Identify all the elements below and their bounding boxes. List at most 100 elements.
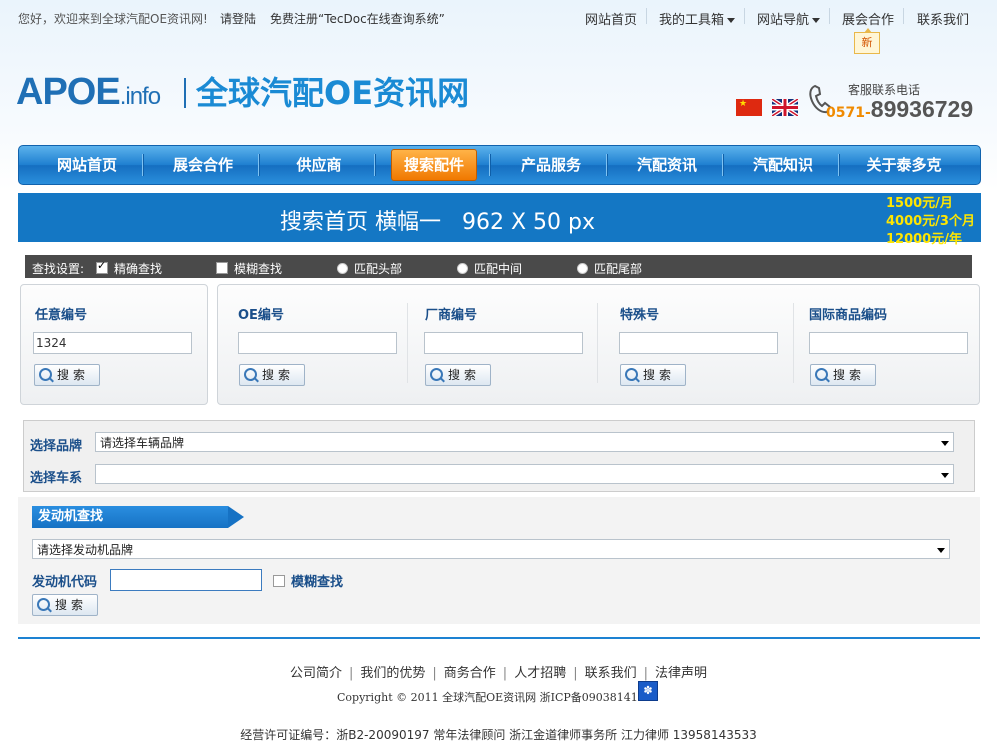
chevron-down-icon	[812, 18, 821, 23]
footer-link-about[interactable]: 公司简介	[290, 666, 342, 681]
chevron-down-icon	[727, 18, 736, 23]
footer-sep: |	[643, 666, 648, 681]
paw-icon[interactable]: ✽	[638, 681, 658, 701]
maker-number-search-button[interactable]: 搜索	[425, 364, 491, 386]
nav-divider	[722, 154, 724, 176]
engine-code-input[interactable]	[110, 569, 262, 591]
dropdown-arrow-icon	[937, 548, 945, 553]
nav-home[interactable]: 网站首页	[29, 146, 145, 184]
china-flag-icon[interactable]: ★	[736, 99, 762, 116]
footer-link-advantages[interactable]: 我们的优势	[360, 666, 425, 681]
hotline: 0571-89936729	[826, 96, 973, 123]
search-button-label: 搜索	[262, 368, 295, 382]
nav-divider	[606, 154, 608, 176]
option-match-tail[interactable]: 匹配尾部	[577, 260, 642, 277]
magnifier-icon	[244, 368, 257, 381]
brand-select-value: 请选择车辆品牌	[100, 436, 185, 450]
special-number-input[interactable]	[619, 332, 778, 354]
footer-link-business[interactable]: 商务合作	[444, 666, 496, 681]
top-link-home[interactable]: 网站首页	[585, 9, 637, 28]
any-number-search-button[interactable]: 搜索	[34, 364, 100, 386]
oe-number-search-button[interactable]: 搜索	[239, 364, 305, 386]
footer-sep: |	[432, 666, 437, 681]
license-text: 经营许可证编号：浙B2-20090197 常年法律顾问 浙江金道律师事务所 江力…	[240, 728, 757, 742]
magnifier-icon	[39, 368, 52, 381]
search-button-label: 搜索	[643, 368, 676, 382]
barcode-input[interactable]	[809, 332, 968, 354]
special-number-search-button[interactable]: 搜索	[620, 364, 686, 386]
logo-main: APOE	[16, 71, 121, 113]
option-exact[interactable]: 精确查找	[96, 259, 162, 277]
top-link-sitenav[interactable]: 网站导航	[757, 9, 821, 28]
footer-sep: |	[573, 666, 578, 681]
footer-link-legal[interactable]: 法律声明	[655, 666, 707, 681]
sitenav-label: 网站导航	[757, 13, 810, 28]
nav-divider	[142, 154, 144, 176]
barcode-label: 国际商品编码	[809, 308, 888, 323]
radio-icon[interactable]	[577, 263, 588, 274]
top-link-toolbox[interactable]: 我的工具箱	[659, 9, 736, 28]
logo-divider	[184, 78, 186, 108]
copyright-text: Copyright © 2011 全球汽配OE资讯网 浙ICP备09038141	[337, 691, 638, 704]
engine-search-tab: 发动机查找	[32, 506, 244, 528]
site-title: 全球汽配OE资讯网	[196, 74, 470, 112]
any-number-input[interactable]: 1324	[33, 332, 192, 354]
nav-divider	[258, 154, 260, 176]
column-divider	[407, 303, 408, 383]
radio-icon[interactable]	[337, 263, 348, 274]
search-button-label: 搜索	[55, 598, 88, 612]
top-link-exhibition[interactable]: 展会合作	[842, 9, 894, 28]
series-label: 选择车系	[30, 471, 83, 486]
radio-icon[interactable]	[457, 263, 468, 274]
site-logo[interactable]: APOE.info	[16, 71, 161, 117]
nav-knowledge[interactable]: 汽配知识	[725, 146, 841, 184]
option-fuzzy[interactable]: 模糊查找	[216, 260, 282, 277]
dropdown-arrow-icon	[941, 441, 949, 446]
nav-about[interactable]: 关于泰多克	[841, 146, 967, 184]
checkbox-icon[interactable]	[216, 262, 228, 274]
nav-exhibition[interactable]: 展会合作	[145, 146, 261, 184]
uk-flag-icon[interactable]	[772, 99, 798, 116]
footer-sep: |	[348, 666, 354, 681]
top-divider	[744, 8, 745, 24]
option-match-head-label: 匹配头部	[354, 262, 403, 276]
engine-search-button[interactable]: 搜索	[32, 594, 98, 616]
nav-news[interactable]: 汽配资讯	[609, 146, 725, 184]
magnifier-icon	[625, 368, 638, 381]
nav-products[interactable]: 产品服务	[493, 146, 609, 184]
magnifier-icon	[815, 368, 828, 381]
series-select[interactable]	[95, 464, 954, 484]
login-link[interactable]: 请登陆	[220, 10, 256, 27]
engine-brand-select[interactable]: 请选择发动机品牌	[32, 539, 950, 559]
magnifier-icon	[37, 598, 50, 611]
engine-code-label: 发动机代码	[32, 575, 98, 590]
barcode-search-button[interactable]: 搜索	[810, 364, 876, 386]
top-bar: 您好，欢迎来到全球汽配OE资讯网! 请登陆 免费注册“TecDoc在线查询系统”…	[0, 0, 997, 34]
footer-link-contact[interactable]: 联系我们	[585, 666, 637, 681]
option-match-head[interactable]: 匹配头部	[337, 260, 402, 277]
option-match-tail-label: 匹配尾部	[594, 262, 643, 276]
brand-select[interactable]: 请选择车辆品牌	[95, 432, 954, 452]
engine-fuzzy-label: 模糊查找	[291, 575, 344, 590]
checkbox-icon[interactable]	[273, 575, 285, 587]
new-badge: 新	[854, 28, 880, 54]
maker-number-input[interactable]	[424, 332, 583, 354]
engine-brand-value: 请选择发动机品牌	[37, 543, 134, 557]
search-button-label: 搜索	[57, 368, 90, 382]
toolbox-label: 我的工具箱	[659, 13, 725, 28]
search-options-bar: 查找设置: 精确查找 模糊查找 匹配头部 匹配中间 匹配尾部	[25, 255, 972, 278]
engine-fuzzy-option[interactable]: 模糊查找	[273, 571, 343, 590]
oe-number-input[interactable]	[238, 332, 397, 354]
top-link-contact[interactable]: 联系我们	[917, 9, 969, 28]
register-link[interactable]: 免费注册“TecDoc在线查询系统”	[270, 10, 445, 27]
top-divider	[829, 8, 830, 24]
checkbox-icon[interactable]	[96, 259, 108, 274]
option-match-middle[interactable]: 匹配中间	[457, 260, 522, 277]
nav-search-parts[interactable]: 搜索配件	[391, 149, 477, 181]
ad-banner[interactable]: 搜索首页 横幅一 962 X 50 px 1500元/月 4000元/3个月 1…	[18, 193, 981, 247]
nav-suppliers[interactable]: 供应商	[261, 146, 377, 184]
magnifier-icon	[430, 368, 443, 381]
logo-suffix: .info	[119, 83, 161, 110]
banner-price: 1500元/月	[886, 196, 953, 211]
footer-link-jobs[interactable]: 人才招聘	[514, 666, 566, 681]
